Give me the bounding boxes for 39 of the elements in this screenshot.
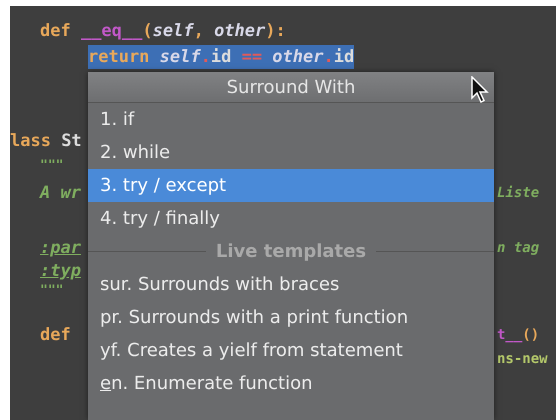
code-token: () xyxy=(522,326,540,345)
menu-item[interactable]: 2. while xyxy=(88,136,494,169)
menu-item[interactable]: yf. Creates a yielf from statement xyxy=(88,334,494,367)
menu-item[interactable]: 3. try / except xyxy=(88,169,494,202)
code-token: other xyxy=(272,46,324,69)
code-token: :par xyxy=(40,237,81,260)
menu-item[interactable]: sur. Surrounds with braces xyxy=(88,268,494,301)
code-token: St xyxy=(60,130,82,153)
menu-item[interactable]: 1. if xyxy=(88,103,494,136)
code-token: . xyxy=(323,46,334,69)
menu-item[interactable]: 4. try / finally xyxy=(88,202,494,235)
code-token: """ xyxy=(40,157,64,175)
menu-item[interactable]: pr. Surrounds with a print function xyxy=(88,301,494,334)
menu-item[interactable]: en. Enumerate function xyxy=(88,367,494,400)
code-token: ( xyxy=(142,20,153,43)
code-token: id xyxy=(334,46,354,69)
code-token: ): xyxy=(265,20,286,43)
section-heading: Live templates xyxy=(214,240,368,264)
code-token: ns-new xyxy=(497,350,548,369)
code-token: self xyxy=(160,46,201,69)
code-token: . xyxy=(200,46,211,69)
code-token: t__ xyxy=(497,326,522,345)
code-token: Liste xyxy=(497,184,540,203)
code-token: A wr xyxy=(40,182,81,205)
code-token: :typ xyxy=(40,260,81,283)
code-token: __eq__ xyxy=(80,20,142,43)
code-token: lass xyxy=(10,130,51,153)
mouse-cursor-icon xyxy=(470,76,490,104)
code-token: n tag xyxy=(497,239,540,258)
code-token: return xyxy=(88,46,150,69)
popup-title: Surround With xyxy=(88,72,494,103)
code-token: def xyxy=(40,20,72,43)
code-token: def xyxy=(40,324,71,347)
code-token: """ xyxy=(40,282,64,300)
code-token: , xyxy=(194,20,205,43)
code-token: == xyxy=(242,46,264,69)
code-token: id xyxy=(210,46,232,69)
code-token: self xyxy=(152,20,194,43)
code-token: other xyxy=(214,20,266,43)
